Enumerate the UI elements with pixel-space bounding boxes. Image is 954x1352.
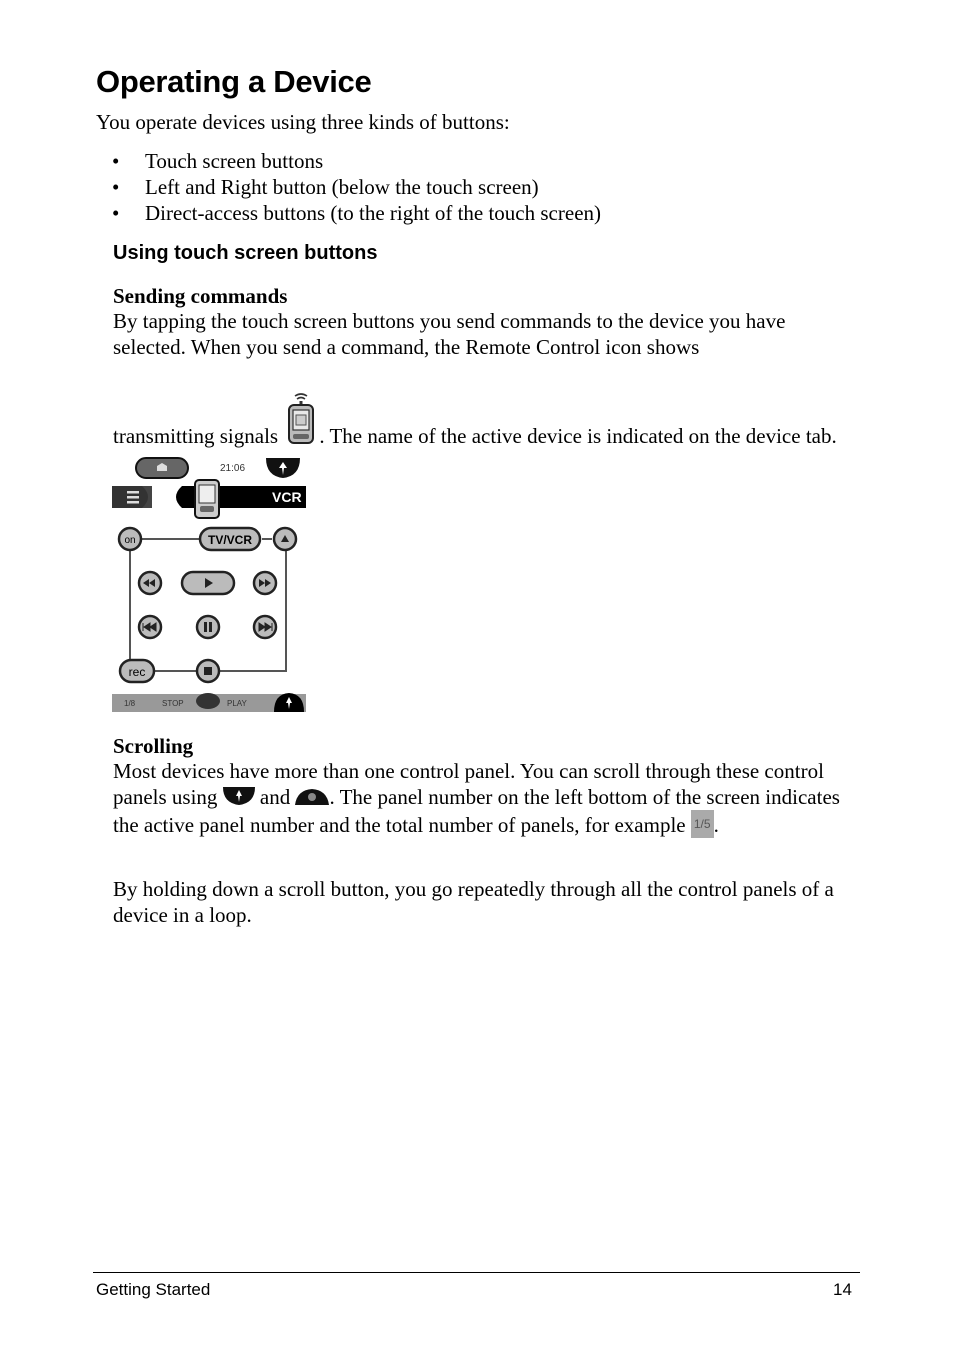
clock: 21:06 [220, 463, 245, 474]
remote-touch-screen: 21:06 VCR on TV/VCR rec 1/8 STOP PLAY [112, 456, 306, 712]
list-item: • Left and Right button (below the touch … [112, 175, 539, 199]
scrolling-text-2: By holding down a scroll button, you go … [113, 877, 834, 927]
left-button-label: STOP [162, 699, 184, 708]
svg-text:TV/VCR: TV/VCR [208, 533, 252, 547]
svg-text:on: on [124, 535, 135, 546]
intro-text: You operate devices using three kinds of… [96, 110, 510, 134]
page-number: 14 [833, 1280, 852, 1299]
sending-commands-text: By tapping the touch screen buttons you … [113, 309, 786, 359]
right-button-label: PLAY [227, 699, 248, 708]
section-heading: Using touch screen buttons [113, 242, 378, 264]
footer-section-title: Getting Started [96, 1280, 211, 1299]
footer-rule [93, 1272, 860, 1273]
scrolling-heading: Scrolling [113, 734, 194, 758]
list-item: • Direct-access buttons (to the right of … [112, 201, 602, 225]
sending-commands-heading: Sending commands [113, 284, 288, 308]
scroll-right-icon [295, 789, 330, 805]
list-item: • Touch screen buttons [112, 149, 324, 173]
panel-number-example: 1/5 [690, 810, 714, 838]
device-tab-label: VCR [272, 489, 302, 505]
panel-number: 1/8 [124, 699, 136, 708]
svg-text:rec: rec [129, 665, 146, 679]
sending-commands-text-2: transmitting signals . The name of the a… [113, 391, 853, 449]
scrolling-text: Most devices have more than one control … [113, 759, 840, 838]
remote-transmitting-icon [288, 393, 315, 444]
scroll-left-icon [222, 787, 255, 805]
bullet: • [112, 149, 120, 173]
remote-small-icon [196, 693, 220, 709]
page-title: Operating a Device [96, 64, 372, 99]
pause-button[interactable] [195, 614, 221, 640]
stop-icon [204, 667, 212, 675]
bullet: • [112, 201, 120, 225]
button-kinds-list: • Touch screen buttons • Left and Right bu… [96, 148, 601, 226]
bullet: • [112, 175, 120, 199]
